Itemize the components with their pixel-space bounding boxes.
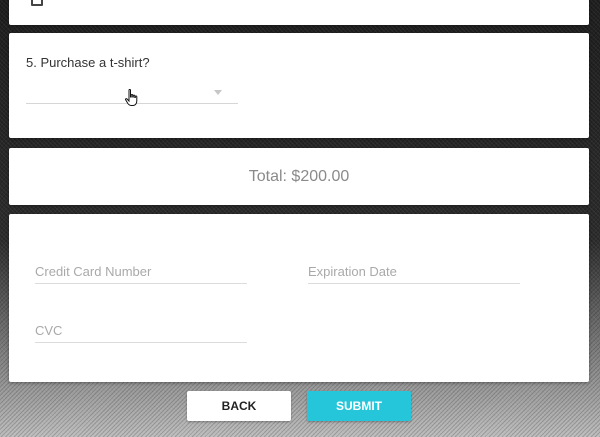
cvc-input[interactable] [35, 318, 247, 342]
checkbox-icon[interactable] [31, 0, 43, 6]
back-button[interactable]: BACK [187, 391, 291, 421]
credit-card-number-input[interactable] [35, 259, 247, 283]
submit-button[interactable]: SUBMIT [307, 391, 411, 421]
credit-card-number-field [35, 259, 247, 284]
expiration-date-field [308, 259, 520, 284]
question-label: 5. Purchase a t-shirt? [26, 55, 150, 70]
chevron-down-icon[interactable] [214, 90, 222, 95]
previous-question-card [9, 0, 589, 25]
payment-card [9, 214, 589, 382]
hand-cursor-icon [125, 89, 138, 106]
cvc-field [35, 318, 247, 343]
total-amount: Total: $200.00 [248, 168, 350, 185]
expiration-date-input[interactable] [308, 259, 520, 283]
question-card: 5. Purchase a t-shirt? [9, 33, 589, 138]
total-card: Total: $200.00 [9, 148, 589, 205]
